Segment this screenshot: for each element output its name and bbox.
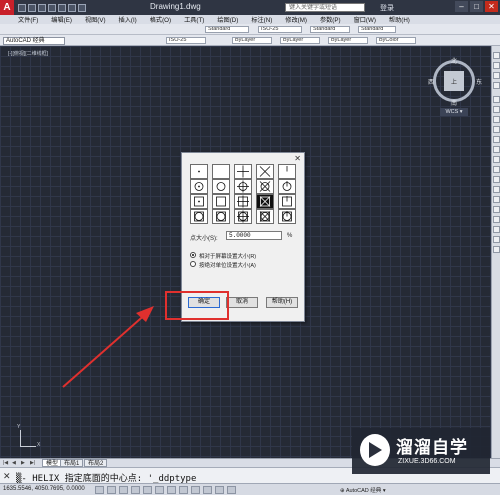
arrow-shaft: [62, 311, 149, 388]
annotation-arrow: [62, 306, 154, 388]
autocad-window: A Drawing1.dwg 键入关键字或短语 登录 – □ ✕ 文件(F) 编…: [0, 0, 500, 495]
